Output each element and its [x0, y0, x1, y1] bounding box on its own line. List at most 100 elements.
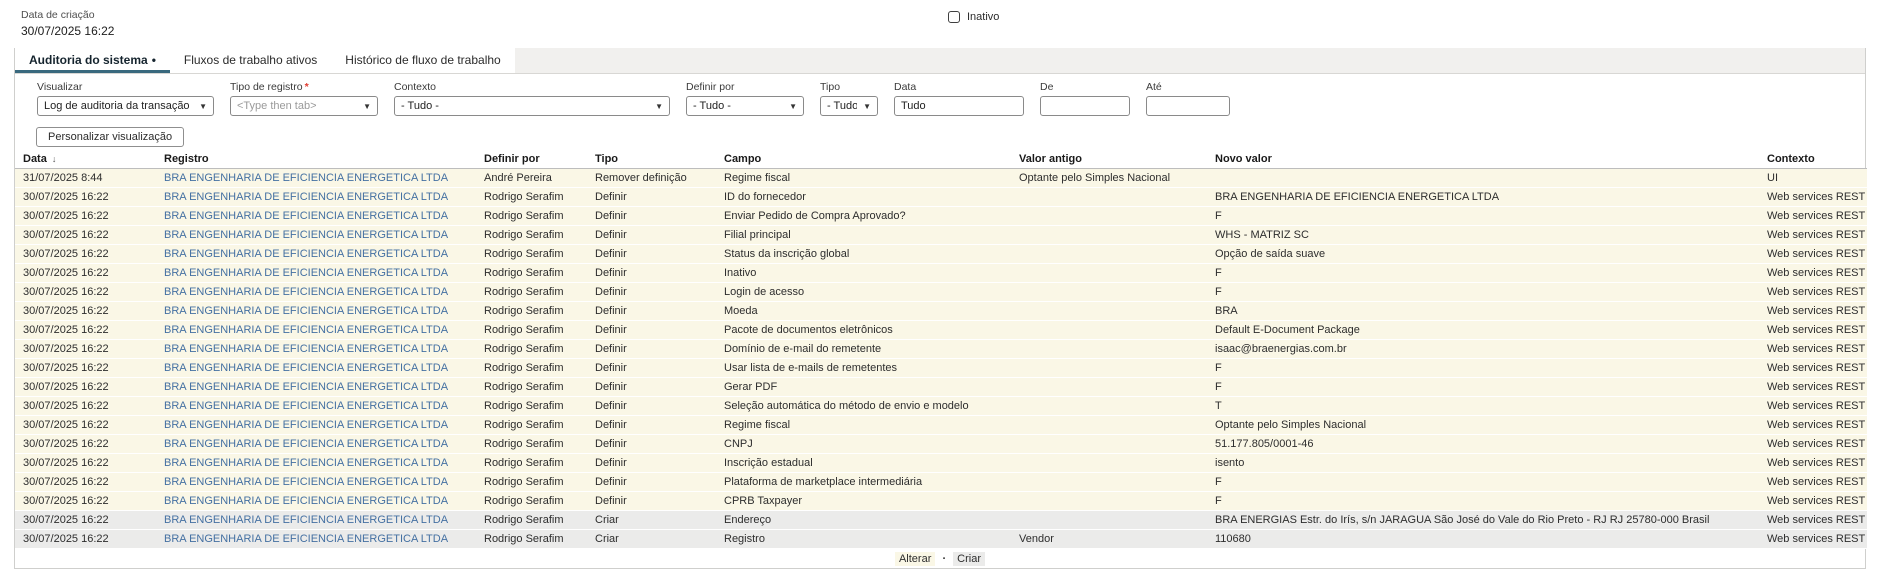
cell-definir-por: Rodrigo Serafim: [476, 188, 587, 207]
cell-registro: BRA ENGENHARIA DE EFICIENCIA ENERGETICA …: [156, 264, 476, 283]
cell-data: 30/07/2025 16:22: [15, 454, 156, 473]
column-header-definir-por[interactable]: Definir por: [476, 151, 587, 169]
registro-link[interactable]: BRA ENGENHARIA DE EFICIENCIA ENERGETICA …: [164, 476, 448, 488]
cell-registro: BRA ENGENHARIA DE EFICIENCIA ENERGETICA …: [156, 188, 476, 207]
cell-novo-valor: F: [1207, 492, 1759, 511]
cell-novo-valor: F: [1207, 264, 1759, 283]
data-label: Data: [894, 81, 1024, 94]
cell-tipo: Definir: [587, 245, 716, 264]
registro-link[interactable]: BRA ENGENHARIA DE EFICIENCIA ENERGETICA …: [164, 533, 448, 545]
cell-tipo: Definir: [587, 264, 716, 283]
cell-campo: Regime fiscal: [716, 169, 1011, 188]
chevron-down-icon: ▼: [363, 102, 371, 111]
contexto-select[interactable]: - Tudo - ▼: [394, 96, 670, 116]
registro-link[interactable]: BRA ENGENHARIA DE EFICIENCIA ENERGETICA …: [164, 362, 448, 374]
cell-registro: BRA ENGENHARIA DE EFICIENCIA ENERGETICA …: [156, 359, 476, 378]
de-input[interactable]: [1047, 100, 1123, 112]
cell-definir-por: Rodrigo Serafim: [476, 473, 587, 492]
tipo-registro-combo[interactable]: <Type then tab> ▼: [230, 96, 378, 116]
visualizar-select[interactable]: Log de auditoria da transação ▼: [37, 96, 214, 116]
cell-valor-antigo: [1011, 226, 1207, 245]
registro-link[interactable]: BRA ENGENHARIA DE EFICIENCIA ENERGETICA …: [164, 191, 448, 203]
cell-tipo: Definir: [587, 302, 716, 321]
column-header-registro[interactable]: Registro: [156, 151, 476, 169]
registro-link[interactable]: BRA ENGENHARIA DE EFICIENCIA ENERGETICA …: [164, 381, 448, 393]
cell-contexto: Web services REST: [1759, 397, 1867, 416]
inactive-checkbox[interactable]: [948, 11, 960, 23]
tipo-registro-label: Tipo de registro*: [230, 81, 378, 94]
registro-link[interactable]: BRA ENGENHARIA DE EFICIENCIA ENERGETICA …: [164, 438, 448, 450]
tipo-select[interactable]: - Tudo - ▼: [820, 96, 878, 116]
registro-link[interactable]: BRA ENGENHARIA DE EFICIENCIA ENERGETICA …: [164, 343, 448, 355]
table-row: 30/07/2025 16:22 BRA ENGENHARIA DE EFICI…: [15, 511, 1867, 530]
registro-link[interactable]: BRA ENGENHARIA DE EFICIENCIA ENERGETICA …: [164, 172, 448, 184]
customize-view-button[interactable]: Personalizar visualização: [36, 127, 184, 147]
registro-link[interactable]: BRA ENGENHARIA DE EFICIENCIA ENERGETICA …: [164, 286, 448, 298]
registro-link[interactable]: BRA ENGENHARIA DE EFICIENCIA ENERGETICA …: [164, 324, 448, 336]
data-input[interactable]: [901, 100, 1017, 112]
cell-registro: BRA ENGENHARIA DE EFICIENCIA ENERGETICA …: [156, 416, 476, 435]
cell-novo-valor: Default E-Document Package: [1207, 321, 1759, 340]
cell-definir-por: Rodrigo Serafim: [476, 340, 587, 359]
cell-novo-valor: BRA ENERGIAS Estr. do Irís, s/n JARAGUA …: [1207, 511, 1759, 530]
tab-auditoria-do-sistema[interactable]: Auditoria do sistema•: [15, 48, 170, 73]
cell-contexto: Web services REST: [1759, 283, 1867, 302]
cell-valor-antigo: [1011, 359, 1207, 378]
cell-data: 30/07/2025 16:22: [15, 264, 156, 283]
registro-link[interactable]: BRA ENGENHARIA DE EFICIENCIA ENERGETICA …: [164, 248, 448, 260]
registro-link[interactable]: BRA ENGENHARIA DE EFICIENCIA ENERGETICA …: [164, 229, 448, 241]
cell-tipo: Definir: [587, 321, 716, 340]
cell-campo: ID do fornecedor: [716, 188, 1011, 207]
table-row: 30/07/2025 16:22 BRA ENGENHARIA DE EFICI…: [15, 207, 1867, 226]
cell-data: 30/07/2025 16:22: [15, 226, 156, 245]
data-field: Data: [894, 81, 1024, 116]
registro-link[interactable]: BRA ENGENHARIA DE EFICIENCIA ENERGETICA …: [164, 305, 448, 317]
cell-data: 30/07/2025 16:22: [15, 359, 156, 378]
registro-link[interactable]: BRA ENGENHARIA DE EFICIENCIA ENERGETICA …: [164, 514, 448, 526]
tab-historico-de-fluxo-de-trabalho[interactable]: Histórico de fluxo de trabalho: [331, 48, 514, 73]
tab-fluxos-de-trabalho-ativos[interactable]: Fluxos de trabalho ativos: [170, 48, 331, 73]
table-row: 30/07/2025 16:22 BRA ENGENHARIA DE EFICI…: [15, 340, 1867, 359]
cell-tipo: Remover definição: [587, 169, 716, 188]
cell-novo-valor: [1207, 169, 1759, 188]
cell-tipo: Definir: [587, 359, 716, 378]
registro-link[interactable]: BRA ENGENHARIA DE EFICIENCIA ENERGETICA …: [164, 419, 448, 431]
column-header-contexto[interactable]: Contexto: [1759, 151, 1867, 169]
tipo-field: Tipo - Tudo - ▼: [820, 81, 878, 116]
ate-input[interactable]: [1153, 100, 1223, 112]
cell-contexto: Web services REST: [1759, 359, 1867, 378]
column-header-tipo[interactable]: Tipo: [587, 151, 716, 169]
column-header-valor-antigo[interactable]: Valor antigo: [1011, 151, 1207, 169]
de-field: De: [1040, 81, 1130, 116]
registro-link[interactable]: BRA ENGENHARIA DE EFICIENCIA ENERGETICA …: [164, 267, 448, 279]
legend-criar: Criar: [953, 552, 985, 566]
registro-link[interactable]: BRA ENGENHARIA DE EFICIENCIA ENERGETICA …: [164, 495, 448, 507]
contexto-field: Contexto - Tudo - ▼: [394, 81, 670, 116]
definir-por-label: Definir por: [686, 81, 804, 94]
cell-definir-por: Rodrigo Serafim: [476, 226, 587, 245]
table-row: 30/07/2025 16:22 BRA ENGENHARIA DE EFICI…: [15, 188, 1867, 207]
cell-registro: BRA ENGENHARIA DE EFICIENCIA ENERGETICA …: [156, 397, 476, 416]
cell-tipo: Definir: [587, 454, 716, 473]
definir-por-select[interactable]: - Tudo - ▼: [686, 96, 804, 116]
cell-contexto: Web services REST: [1759, 207, 1867, 226]
cell-valor-antigo: [1011, 511, 1207, 530]
cell-valor-antigo: [1011, 454, 1207, 473]
cell-campo: Domínio de e-mail do remetente: [716, 340, 1011, 359]
registro-link[interactable]: BRA ENGENHARIA DE EFICIENCIA ENERGETICA …: [164, 210, 448, 222]
column-header-campo[interactable]: Campo: [716, 151, 1011, 169]
created-date-value: 30/07/2025 16:22: [21, 24, 114, 38]
inactive-field: Inativo: [948, 11, 999, 23]
cell-tipo: Definir: [587, 416, 716, 435]
column-header-data[interactable]: Data↓: [15, 151, 156, 169]
cell-novo-valor: F: [1207, 378, 1759, 397]
cell-contexto: Web services REST: [1759, 492, 1867, 511]
registro-link[interactable]: BRA ENGENHARIA DE EFICIENCIA ENERGETICA …: [164, 400, 448, 412]
ate-label: Até: [1146, 81, 1230, 94]
registro-link[interactable]: BRA ENGENHARIA DE EFICIENCIA ENERGETICA …: [164, 457, 448, 469]
cell-definir-por: Rodrigo Serafim: [476, 207, 587, 226]
column-header-novo-valor[interactable]: Novo valor: [1207, 151, 1759, 169]
cell-campo: Endereço: [716, 511, 1011, 530]
cell-data: 30/07/2025 16:22: [15, 473, 156, 492]
cell-contexto: Web services REST: [1759, 340, 1867, 359]
